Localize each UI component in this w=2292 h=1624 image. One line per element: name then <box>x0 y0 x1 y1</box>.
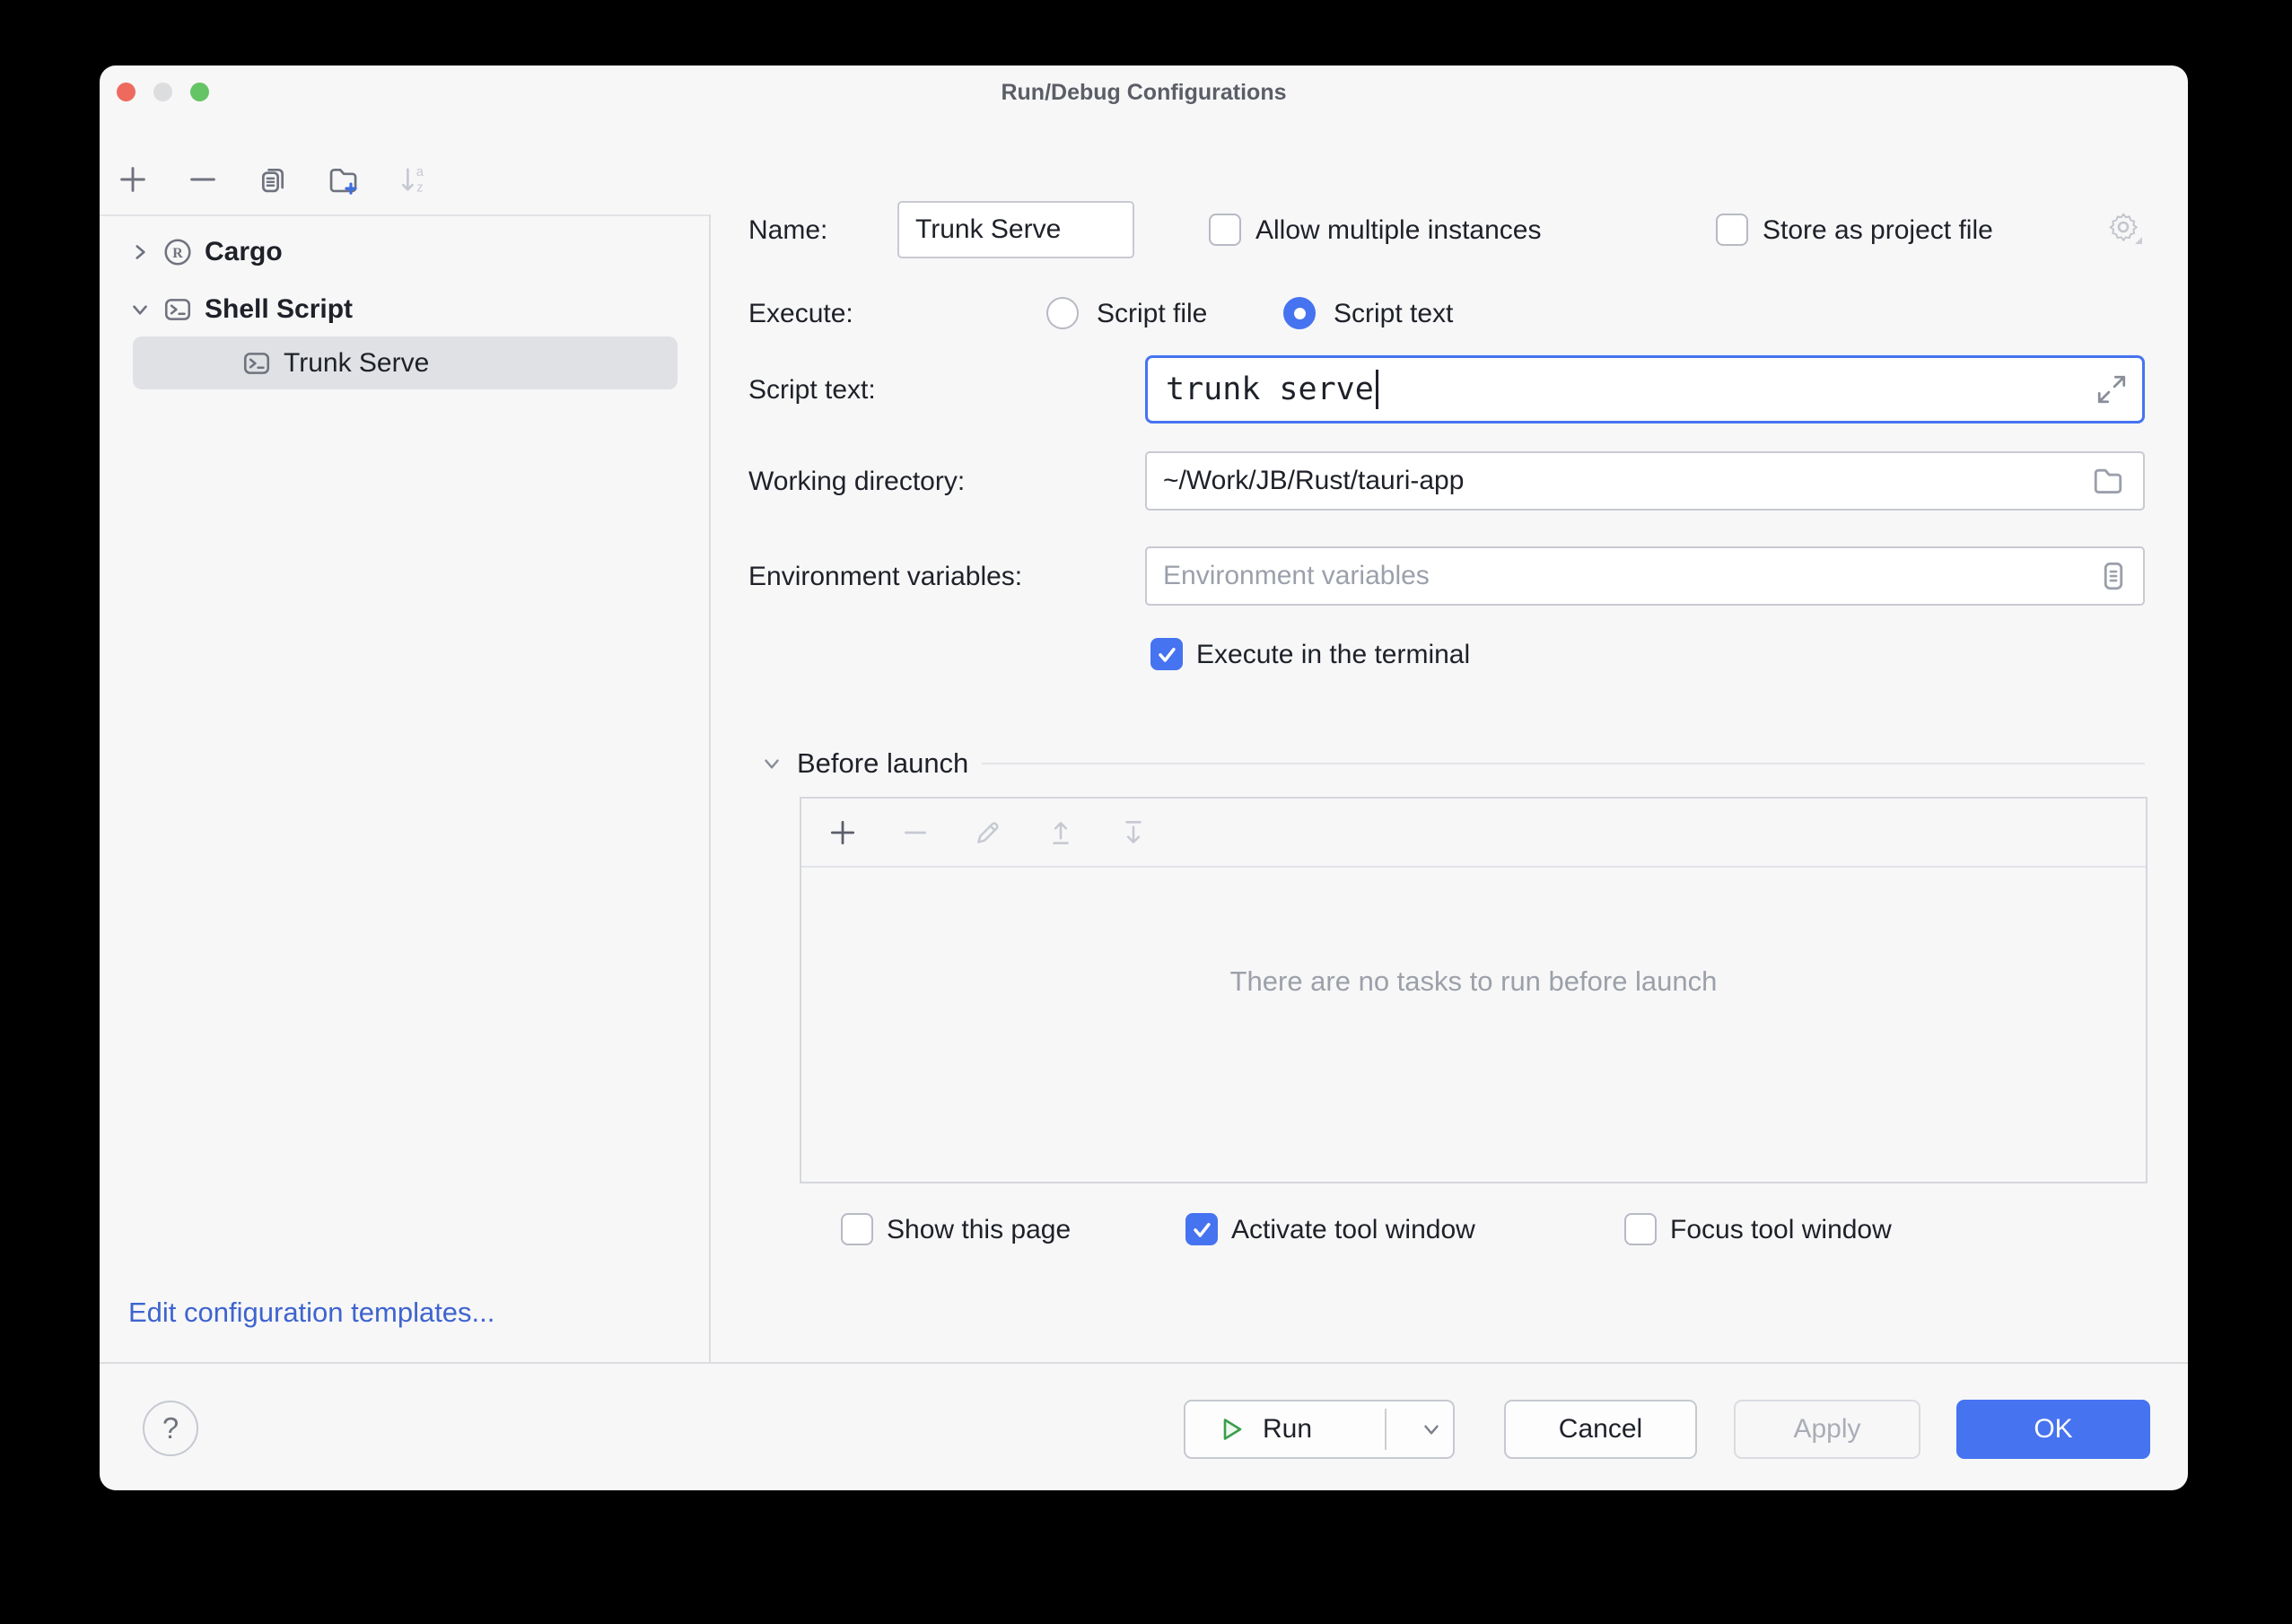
working-directory-label: Working directory: <box>748 467 965 497</box>
tree-item-shell-script[interactable]: Shell Script <box>127 284 353 335</box>
remove-task-button[interactable] <box>899 816 932 849</box>
browse-folder-icon[interactable] <box>2090 463 2126 499</box>
chevron-down-icon <box>760 752 783 775</box>
run-play-icon <box>1218 1415 1247 1444</box>
name-label: Name: <box>748 215 827 246</box>
edit-task-pencil-icon[interactable] <box>972 816 1004 849</box>
remove-configuration-button[interactable] <box>187 163 219 196</box>
rust-cargo-icon: R <box>162 237 193 267</box>
svg-text:R: R <box>172 246 183 261</box>
svg-text:z: z <box>416 181 423 196</box>
name-input[interactable] <box>897 201 1134 258</box>
execute-in-terminal-label[interactable]: Execute in the terminal <box>1196 640 1470 670</box>
add-task-button[interactable] <box>827 816 859 849</box>
cancel-button-label: Cancel <box>1559 1414 1642 1445</box>
sidebar-divider <box>709 214 711 1364</box>
footer-divider <box>100 1362 2188 1364</box>
tree-item-cargo[interactable]: R Cargo <box>127 227 283 277</box>
script-file-radio[interactable] <box>1046 297 1079 329</box>
tree-item-trunk-serve-selected[interactable]: Trunk Serve <box>133 336 678 389</box>
before-launch-toolbar <box>801 799 2146 868</box>
sidebar-toolbar-divider <box>100 214 709 216</box>
environment-variables-input[interactable] <box>1145 546 2145 606</box>
window-title: Run/Debug Configurations <box>100 65 2188 119</box>
new-folder-button[interactable] <box>327 163 359 196</box>
run-split-divider <box>1385 1409 1387 1450</box>
activate-tool-window-checkbox[interactable] <box>1185 1213 1218 1245</box>
before-launch-rule <box>982 763 2145 764</box>
activate-tool-window-label[interactable]: Activate tool window <box>1231 1215 1475 1245</box>
show-this-page-label[interactable]: Show this page <box>887 1215 1071 1245</box>
script-text-radio-label[interactable]: Script text <box>1334 299 1453 329</box>
expand-field-icon[interactable] <box>2094 371 2130 407</box>
tree-item-label: Cargo <box>205 237 283 267</box>
script-text-label: Script text: <box>748 375 876 406</box>
before-launch-header[interactable]: Before launch <box>760 746 2145 781</box>
svg-text:a: a <box>416 165 424 179</box>
before-launch-panel: There are no tasks to run before launch <box>800 797 2148 1183</box>
help-button[interactable]: ? <box>143 1401 198 1456</box>
before-launch-title: Before launch <box>797 747 968 780</box>
show-this-page-checkbox[interactable] <box>841 1213 873 1245</box>
sort-alphabetically-button[interactable]: a z <box>397 163 429 196</box>
script-text-value: trunk serve <box>1166 371 1374 407</box>
script-file-label[interactable]: Script file <box>1097 299 1207 329</box>
execute-label: Execute: <box>748 299 853 329</box>
edit-configuration-templates-link[interactable]: Edit configuration templates... <box>128 1297 494 1329</box>
shell-script-icon <box>241 348 272 379</box>
add-configuration-button[interactable] <box>117 163 149 196</box>
edit-variables-icon[interactable] <box>2095 558 2131 594</box>
gear-icon[interactable] <box>2104 209 2146 255</box>
apply-button[interactable]: Apply <box>1734 1400 1920 1459</box>
allow-multiple-instances-label[interactable]: Allow multiple instances <box>1255 215 1541 246</box>
environment-variables-label: Environment variables: <box>748 562 1022 592</box>
no-tasks-message: There are no tasks to run before launch <box>801 965 2146 998</box>
copy-configuration-button[interactable] <box>257 163 289 196</box>
script-text-radio[interactable] <box>1283 297 1316 329</box>
move-task-up-icon[interactable] <box>1045 816 1077 849</box>
ok-button-label: OK <box>2034 1414 2072 1445</box>
configurations-toolbar: a z <box>117 163 429 196</box>
store-as-project-file-checkbox[interactable] <box>1716 214 1748 246</box>
ok-button[interactable]: OK <box>1956 1400 2150 1459</box>
help-question-icon: ? <box>162 1411 179 1445</box>
run-button[interactable]: Run <box>1184 1400 1455 1459</box>
run-options-chevron[interactable] <box>1405 1401 1457 1457</box>
text-caret <box>1376 370 1378 409</box>
chevron-right-icon[interactable] <box>127 240 153 264</box>
execute-in-terminal-checkbox[interactable] <box>1150 638 1183 670</box>
move-task-down-icon[interactable] <box>1117 816 1150 849</box>
cancel-button[interactable]: Cancel <box>1504 1400 1697 1459</box>
focus-tool-window-checkbox[interactable] <box>1624 1213 1657 1245</box>
shell-script-icon <box>162 294 193 325</box>
allow-multiple-instances-checkbox[interactable] <box>1209 214 1241 246</box>
apply-button-label: Apply <box>1793 1414 1860 1445</box>
run-debug-configurations-dialog: Run/Debug Configurations a <box>100 65 2188 1490</box>
script-text-input[interactable]: trunk serve <box>1145 355 2145 423</box>
tree-item-label: Trunk Serve <box>284 348 429 379</box>
store-as-project-file-label[interactable]: Store as project file <box>1763 215 1993 246</box>
tree-item-label: Shell Script <box>205 294 353 325</box>
run-button-label: Run <box>1263 1414 1312 1445</box>
chevron-down-icon[interactable] <box>127 298 153 321</box>
working-directory-input[interactable] <box>1145 451 2145 511</box>
titlebar: Run/Debug Configurations <box>100 65 2188 119</box>
focus-tool-window-label[interactable]: Focus tool window <box>1670 1215 1892 1245</box>
